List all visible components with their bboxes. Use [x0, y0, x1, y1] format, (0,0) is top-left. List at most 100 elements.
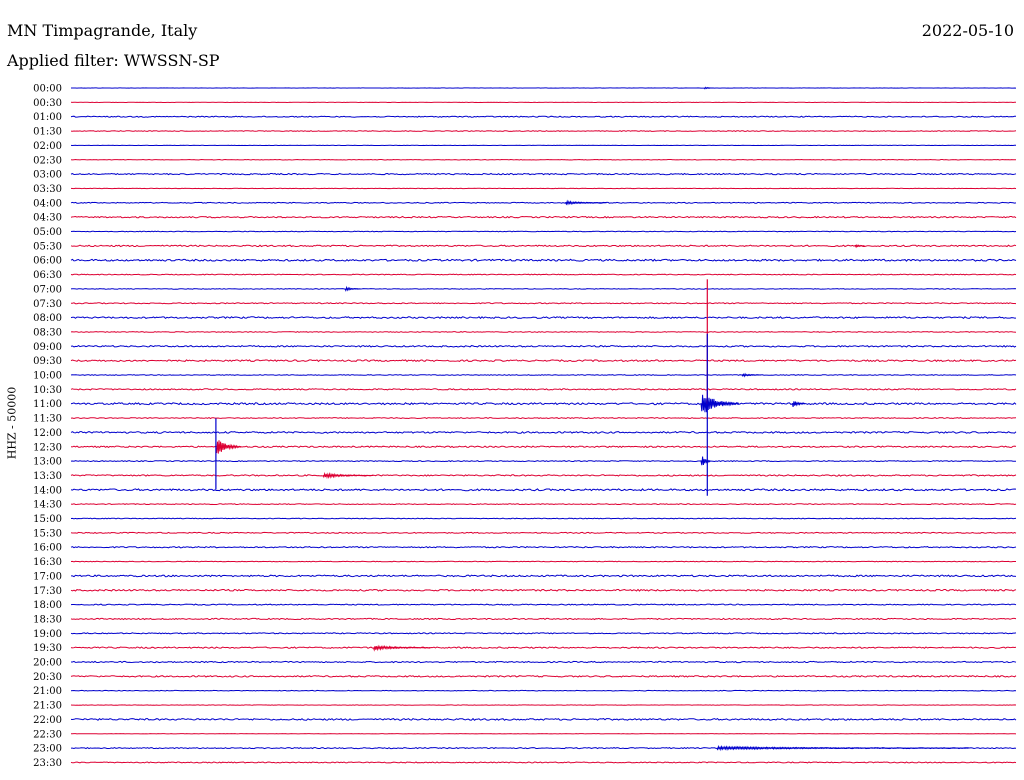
- time-label: 09:30: [33, 356, 62, 367]
- time-label: 04:00: [33, 198, 62, 209]
- time-label: 21:30: [33, 701, 62, 712]
- time-label: 23:30: [33, 758, 62, 769]
- time-label: 17:00: [33, 571, 62, 582]
- trace-row: [70, 560, 1016, 563]
- time-label: 18:00: [33, 600, 62, 611]
- time-label: 12:00: [33, 428, 62, 439]
- trace-row: [70, 316, 1016, 320]
- trace-row: [70, 402, 1017, 406]
- trace-row: [70, 215, 1017, 219]
- trace-row: [70, 201, 1017, 204]
- time-label: 02:00: [33, 141, 62, 152]
- time-label: 10:30: [33, 385, 62, 396]
- time-label: 19:00: [33, 629, 62, 640]
- time-label: 10:00: [33, 371, 62, 382]
- event-wavelet: [791, 401, 806, 408]
- time-label: 02:30: [33, 155, 62, 166]
- trace-row: [70, 646, 1017, 649]
- trace-row: [70, 761, 1017, 764]
- trace-row: [70, 474, 1017, 477]
- time-label: 07:30: [33, 299, 62, 310]
- trace-row: [70, 717, 1017, 721]
- time-label: 16:00: [33, 543, 62, 554]
- trace-row: [70, 331, 1017, 333]
- trace-row: [70, 503, 1017, 506]
- trace-row: [70, 258, 1017, 262]
- time-label: 01:30: [33, 127, 62, 138]
- event-wavelet: [700, 456, 711, 466]
- event-wavelet: [700, 394, 740, 413]
- time-label: 14:00: [33, 485, 62, 496]
- trace-row: [70, 244, 1017, 248]
- time-label: 05:00: [33, 227, 62, 238]
- time-label: 06:30: [33, 270, 62, 281]
- time-label: 22:30: [33, 729, 62, 740]
- trace-row: [70, 632, 1017, 635]
- time-label: 18:30: [33, 614, 62, 625]
- time-label: 15:30: [33, 528, 62, 539]
- trace-row: [70, 288, 1017, 290]
- trace-row: [70, 344, 1017, 348]
- event-wavelet: [741, 372, 762, 378]
- time-label: 12:30: [33, 442, 62, 453]
- time-label: 16:30: [33, 557, 62, 568]
- trace-row: [70, 445, 1017, 449]
- trace-row: [70, 302, 1017, 305]
- seismogram-plot: 00:00 00:30 01:00 01:30 02:00 02:30 03:00 03:30…: [33, 84, 1017, 769]
- time-label: 03:00: [33, 170, 62, 181]
- trace-row: [70, 374, 1017, 376]
- trace-row: [70, 430, 1017, 434]
- time-label: 23:00: [33, 744, 62, 755]
- trace-row: [70, 230, 1017, 233]
- time-label: 13:30: [33, 471, 62, 482]
- time-label: 20:30: [33, 672, 62, 683]
- trace-row: [70, 130, 1017, 132]
- time-label: 03:30: [33, 184, 62, 195]
- time-label: 14:30: [33, 500, 62, 511]
- time-label: 22:00: [33, 715, 62, 726]
- trace-row: [70, 517, 1017, 520]
- trace-row: [70, 359, 1017, 363]
- time-label: 05:30: [33, 241, 62, 252]
- time-label: 17:30: [33, 586, 62, 597]
- time-label: 09:00: [33, 342, 62, 353]
- trace-row: [70, 172, 1017, 176]
- event-wavelet: [344, 285, 361, 292]
- time-label: 04:30: [33, 213, 62, 224]
- time-label: 01:00: [33, 112, 62, 123]
- trace-row: [70, 588, 1017, 592]
- event-wavelet: [215, 440, 242, 454]
- event-wavelet: [372, 644, 431, 652]
- trace-row: [70, 158, 1017, 161]
- time-label: 20:00: [33, 658, 62, 669]
- trace-row: [70, 388, 1017, 391]
- trace-row: [71, 574, 1017, 578]
- trace-row: [70, 460, 1017, 463]
- trace-row: [70, 617, 1017, 621]
- trace-row: [70, 689, 1017, 692]
- time-label: 00:30: [33, 98, 62, 109]
- event-wavelet: [565, 199, 607, 206]
- event-wavelet: [716, 744, 969, 752]
- trace-row: [70, 531, 1017, 534]
- event-wavelet: [322, 471, 374, 480]
- time-label: 00:00: [33, 84, 62, 95]
- time-label: 21:00: [33, 686, 62, 697]
- time-label: 11:00: [33, 399, 62, 410]
- trace-row: [70, 273, 1017, 276]
- time-label: 19:30: [33, 643, 62, 654]
- trace-row: [70, 115, 1016, 118]
- trace-row: [70, 546, 1017, 549]
- time-label: 15:00: [33, 514, 62, 525]
- time-label: 07:00: [33, 284, 62, 295]
- event-wavelet: [703, 86, 714, 90]
- time-label: 08:30: [33, 327, 62, 338]
- trace-row: [70, 488, 1017, 492]
- trace-row: [70, 603, 1017, 606]
- trace-row: [70, 417, 1017, 420]
- time-label: 08:00: [33, 313, 62, 324]
- time-label: 11:30: [33, 414, 62, 425]
- time-label: 13:00: [33, 457, 62, 468]
- trace-row: [71, 660, 1017, 664]
- trace-row: [70, 675, 1017, 678]
